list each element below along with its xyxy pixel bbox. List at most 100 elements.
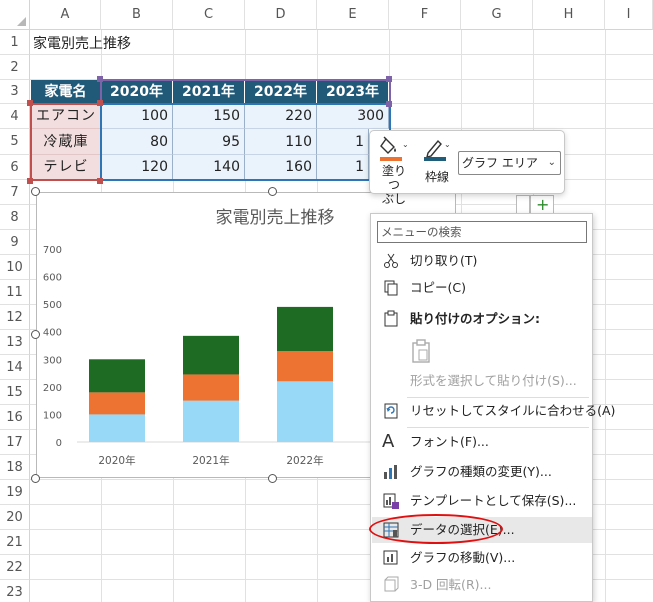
menu-item-font[interactable]: A フォント(F)... xyxy=(372,429,592,455)
menu-search-input[interactable]: メニューの検索 xyxy=(377,221,587,243)
chart-element-value: グラフ エリア xyxy=(462,156,538,170)
menu-item-cut[interactable]: 切り取り(T) xyxy=(372,248,592,274)
menu-item-label: コピー(C) xyxy=(410,280,466,295)
row-header-19[interactable]: 19 xyxy=(0,480,30,505)
column-header-f[interactable]: F xyxy=(389,0,461,30)
cell-c5[interactable]: 95 xyxy=(173,129,245,155)
outline-button[interactable]: ⌄ 枠線 xyxy=(420,135,454,191)
cell-b3-header[interactable]: 2020年 xyxy=(101,80,173,104)
row-header-3[interactable]: 3 xyxy=(0,80,30,104)
row-header-23[interactable]: 23 xyxy=(0,580,30,602)
cell-a3-header[interactable]: 家電名 xyxy=(31,80,101,104)
chart-resize-handle[interactable] xyxy=(268,187,277,196)
row-header-11[interactable]: 11 xyxy=(0,280,30,305)
paste-option-button[interactable] xyxy=(372,334,592,370)
row-header-9[interactable]: 9 xyxy=(0,230,30,255)
range-handle[interactable] xyxy=(27,178,33,184)
column-header-h[interactable]: H xyxy=(533,0,605,30)
menu-item-save-as-template[interactable]: テンプレートとして保存(S)... xyxy=(372,488,592,514)
row-header-4[interactable]: 4 xyxy=(0,104,30,129)
menu-item-label: 貼り付けのオプション: xyxy=(410,311,540,326)
row-header-22[interactable]: 22 xyxy=(0,555,30,580)
svg-text:⌄: ⌄ xyxy=(402,140,409,149)
menu-item-move-chart[interactable]: グラフの移動(V)... xyxy=(372,545,592,571)
chart-resize-handle[interactable] xyxy=(31,474,40,483)
chart-resize-handle[interactable] xyxy=(31,187,40,196)
cell-b4[interactable]: 100 xyxy=(101,104,173,129)
cell-c4[interactable]: 150 xyxy=(173,104,245,129)
range-handle[interactable] xyxy=(27,100,33,106)
range-handle[interactable] xyxy=(386,76,392,82)
row-header-5[interactable]: 5 xyxy=(0,129,30,155)
font-icon: A xyxy=(382,431,395,452)
bar-segment xyxy=(277,381,333,442)
row-header-1[interactable]: 1 xyxy=(0,30,30,55)
menu-item-label: 形式を選択して貼り付け(S)... xyxy=(410,373,577,388)
row-header-20[interactable]: 20 xyxy=(0,505,30,530)
cell-d4[interactable]: 220 xyxy=(245,104,317,129)
cell-e6[interactable]: 1 xyxy=(317,155,369,180)
fill-button[interactable]: ⌄ 塗りつ ぶし xyxy=(376,135,412,206)
cell-a5-label[interactable]: 冷蔵庫 xyxy=(31,129,101,155)
row-header-17[interactable]: 17 xyxy=(0,430,30,455)
column-header-a[interactable]: A xyxy=(30,0,101,30)
cell-d5[interactable]: 110 xyxy=(245,129,317,155)
rotate-3d-icon xyxy=(384,576,399,592)
menu-item-label: グラフの移動(V)... xyxy=(410,550,516,565)
cell-e3-header[interactable]: 2023年 xyxy=(317,80,389,104)
menu-item-change-chart-type[interactable]: グラフの種類の変更(Y)... xyxy=(372,459,592,485)
column-header-b[interactable]: B xyxy=(101,0,173,30)
row-header-6[interactable]: 6 xyxy=(0,155,30,180)
chart-resize-handle[interactable] xyxy=(31,330,40,339)
range-handle[interactable] xyxy=(386,101,392,107)
cell-a1-title[interactable]: 家電別売上推移 xyxy=(33,33,131,55)
svg-text:⌄: ⌄ xyxy=(444,140,451,149)
chart-elements-button[interactable] xyxy=(516,195,530,215)
column-header-d[interactable]: D xyxy=(245,0,317,30)
cell-e5[interactable]: 1 xyxy=(317,129,369,155)
cell-c3-header[interactable]: 2021年 xyxy=(173,80,245,104)
row-header-12[interactable]: 12 xyxy=(0,305,30,330)
row-header-13[interactable]: 13 xyxy=(0,330,30,355)
column-header-g[interactable]: G xyxy=(461,0,533,30)
select-all-corner[interactable] xyxy=(0,0,30,30)
cell-a4-label[interactable]: エアコン xyxy=(31,104,101,129)
row-header-14[interactable]: 14 xyxy=(0,355,30,380)
cell-b5[interactable]: 80 xyxy=(101,129,173,155)
range-handle[interactable] xyxy=(97,76,103,82)
cell-a6-label[interactable]: テレビ xyxy=(31,155,101,180)
menu-separator xyxy=(407,427,589,428)
menu-item-select-data[interactable]: データの選択(E)... xyxy=(372,517,592,543)
context-menu: メニューの検索 切り取り(T) コピー(C) 貼り付けのオプション: 形式を選択… xyxy=(370,213,615,602)
column-header-e[interactable]: E xyxy=(317,0,389,30)
row-header-18[interactable]: 18 xyxy=(0,455,30,480)
menu-item-reset-style[interactable]: リセットしてスタイルに合わせる(A) xyxy=(372,398,615,424)
row-header-10[interactable]: 10 xyxy=(0,255,30,280)
row-header-8[interactable]: 8 xyxy=(0,205,30,230)
column-header-i[interactable]: I xyxy=(605,0,653,30)
menu-item-copy[interactable]: コピー(C) xyxy=(372,275,592,301)
menu-item-3d-rotation[interactable]: 3-D 回転(R)... xyxy=(372,572,592,598)
column-header-c[interactable]: C xyxy=(173,0,245,30)
range-handle[interactable] xyxy=(97,100,103,106)
row-header-7[interactable]: 7 xyxy=(0,180,30,205)
row-header-15[interactable]: 15 xyxy=(0,380,30,405)
reset-style-icon xyxy=(384,403,398,419)
cell-c6[interactable]: 140 xyxy=(173,155,245,180)
row-header-21[interactable]: 21 xyxy=(0,530,30,555)
range-handle[interactable] xyxy=(97,178,103,184)
bar-segment xyxy=(183,374,239,401)
menu-item-paste-options: 貼り付けのオプション: xyxy=(372,306,592,332)
cell-d6[interactable]: 160 xyxy=(245,155,317,180)
chart-element-select[interactable]: グラフ エリア ⌄ xyxy=(458,151,561,175)
row-header-16[interactable]: 16 xyxy=(0,405,30,430)
chart-add-element-button[interactable]: + xyxy=(530,195,554,215)
cell-e4[interactable]: 300 xyxy=(317,104,389,129)
row-header-2[interactable]: 2 xyxy=(0,55,30,80)
chart-resize-handle[interactable] xyxy=(268,474,277,483)
cell-d3-header[interactable]: 2022年 xyxy=(245,80,317,104)
menu-item-paste-special[interactable]: 形式を選択して貼り付け(S)... xyxy=(372,368,592,394)
chart-type-icon xyxy=(384,465,397,479)
move-chart-icon xyxy=(383,550,398,565)
cell-b6[interactable]: 120 xyxy=(101,155,173,180)
